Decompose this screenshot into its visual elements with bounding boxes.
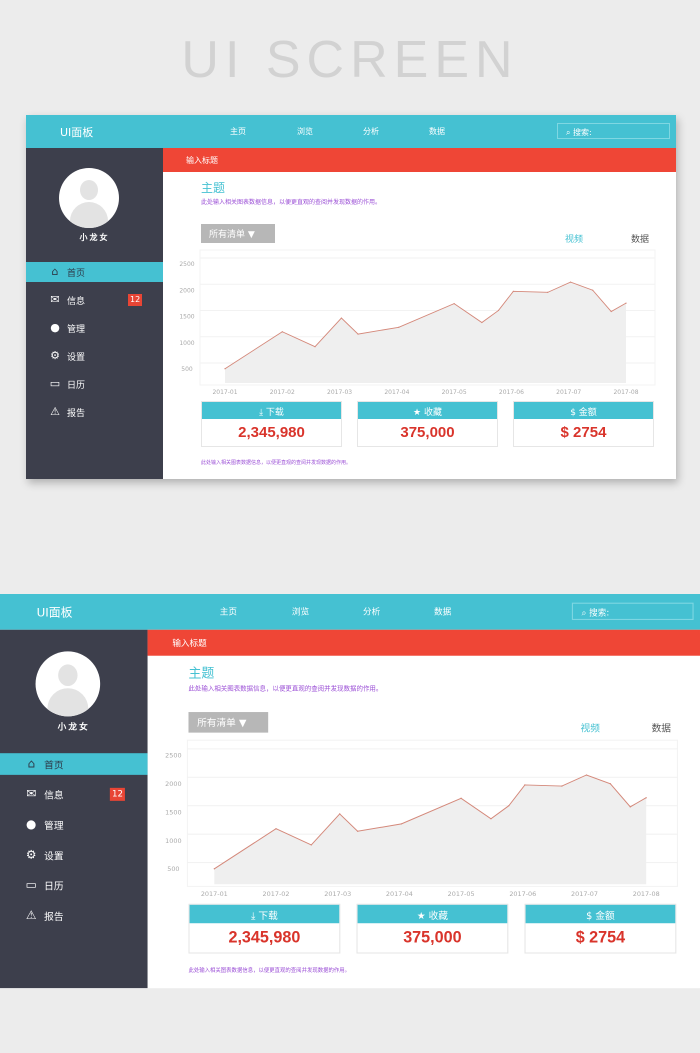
x-tick-label: 2017-07 — [571, 890, 598, 898]
footnote: 此处输入相关图表数据信息，以便更直观的查阅并发现数据的作用。 — [188, 967, 351, 975]
data-point — [314, 346, 316, 348]
x-tick-label: 2017-07 — [556, 389, 581, 396]
y-tick-label: 500 — [181, 366, 193, 373]
data-point — [460, 797, 462, 799]
data-point — [512, 290, 514, 292]
x-tick-label: 2017-03 — [324, 890, 351, 898]
x-tick-label: 2017-01 — [201, 890, 228, 898]
stat-card: ★ 收藏 375,000 — [356, 903, 509, 954]
y-tick-label: 2500 — [165, 752, 181, 760]
data-point — [585, 774, 588, 776]
stat-card: ★ 收藏 375,000 — [357, 401, 498, 447]
data-point — [281, 331, 283, 333]
x-tick-label: 2017-04 — [384, 389, 409, 396]
page-heading: UI SCREEN — [181, 31, 519, 89]
data-point — [561, 785, 563, 787]
x-tick-label: 2017-02 — [270, 389, 295, 396]
dashboard-screen-small: UI面板 主页 浏览 分析 数据 ⌕ 搜索: 小龙女 ⌂ 首页 ✉ 信息 12 ● 管理 … — [26, 115, 676, 479]
data-point — [610, 310, 612, 313]
card-label: 收藏 — [428, 911, 448, 923]
x-tick-label: 2017-03 — [327, 389, 352, 396]
x-tick-label: 2017-06 — [509, 890, 536, 898]
data-point — [569, 281, 572, 283]
card-value: $ 2754 — [560, 424, 607, 441]
card-label: 收藏 — [423, 408, 442, 418]
x-tick-label: 2017-06 — [499, 389, 524, 396]
data-point — [310, 844, 312, 846]
data-point — [497, 309, 500, 312]
data-point — [400, 823, 403, 825]
x-tick-label: 2017-04 — [386, 890, 413, 898]
y-tick-label: 1000 — [165, 837, 181, 845]
data-point — [398, 326, 400, 328]
x-tick-label: 2017-02 — [263, 890, 290, 898]
data-point — [629, 806, 631, 808]
data-point — [490, 818, 492, 820]
dashboard-screen-large: UI面板 主页 浏览 分析 数据 ⌕ 搜索: 小龙女 ⌂ 首页 ✉ 信息 12 ● 管理 … — [0, 594, 700, 989]
data-point — [356, 830, 359, 832]
data-point — [547, 291, 549, 293]
data-point — [340, 317, 343, 319]
data-point — [524, 784, 526, 786]
data-point — [592, 289, 594, 291]
download-icon: ⤓ — [251, 911, 259, 923]
data-point — [224, 368, 226, 370]
y-tick-label: 2500 — [179, 261, 194, 268]
y-tick-label: 2000 — [179, 287, 194, 294]
stat-card: $ 金额 $ 2754 — [524, 903, 677, 954]
star-icon: ★ — [416, 911, 429, 923]
card-value: 375,000 — [400, 424, 455, 441]
y-tick-label: 1000 — [179, 340, 194, 347]
data-point — [645, 797, 647, 799]
data-point — [625, 302, 627, 304]
stat-card: ⤓ 下载 2,345,980 — [201, 401, 342, 447]
x-tick-label: 2017-05 — [448, 890, 475, 898]
data-point — [357, 333, 359, 335]
y-tick-label: 500 — [167, 865, 179, 873]
data-point — [275, 828, 277, 830]
stat-card: $ 金额 $ 2754 — [513, 401, 654, 447]
stat-card: ⤓ 下载 2,345,980 — [188, 903, 341, 954]
x-tick-label: 2017-05 — [442, 389, 467, 396]
card-label: 金额 — [595, 911, 615, 923]
dollar-icon: $ — [586, 911, 596, 923]
card-value: $ 2754 — [575, 928, 626, 948]
y-tick-label: 1500 — [179, 314, 194, 321]
data-point — [453, 303, 455, 305]
star-icon: ★ — [413, 408, 424, 418]
download-icon: ⤓ — [259, 408, 266, 418]
data-point — [339, 813, 341, 815]
x-tick-label: 2017-01 — [212, 389, 237, 396]
y-tick-label: 2000 — [165, 780, 181, 788]
data-point — [508, 805, 510, 807]
card-value: 375,000 — [403, 928, 462, 948]
x-tick-label: 2017-08 — [633, 890, 660, 898]
dollar-icon: $ — [570, 408, 579, 418]
x-tick-label: 2017-08 — [613, 389, 638, 396]
data-point — [481, 321, 483, 324]
card-label: 金额 — [578, 408, 597, 418]
card-value: 2,345,980 — [238, 424, 305, 441]
y-tick-label: 1500 — [165, 808, 181, 816]
data-point — [609, 783, 612, 785]
card-value: 2,345,980 — [228, 928, 301, 948]
card-label: 下载 — [258, 911, 278, 923]
footnote: 此处输入相关图表数据信息，以便更直观的查阅并发现数据的作用。 — [201, 460, 352, 466]
card-label: 下载 — [265, 408, 284, 418]
data-point — [213, 868, 215, 870]
